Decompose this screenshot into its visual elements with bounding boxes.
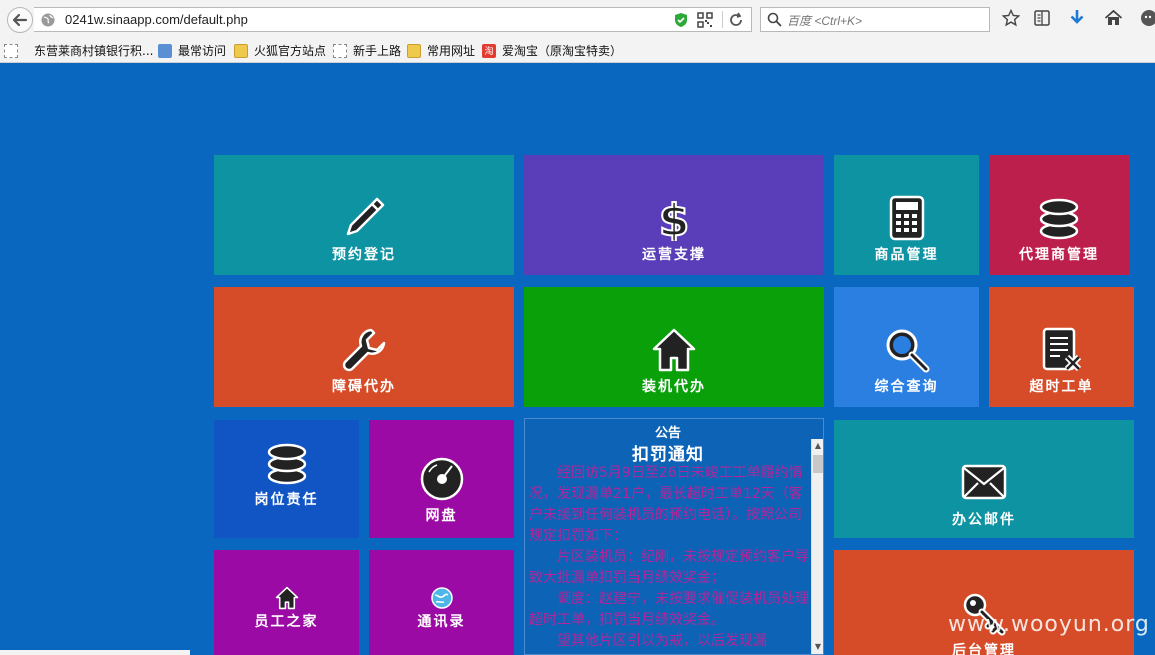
tile-staff[interactable]: 员工之家 bbox=[214, 550, 359, 655]
taobao-icon: 淘 bbox=[482, 43, 496, 58]
tile-agents[interactable]: 代理商管理 bbox=[989, 155, 1129, 275]
scroll-up-arrow-icon[interactable]: ▲ bbox=[812, 439, 823, 453]
search-box[interactable]: 百度 <Ctrl+K> bbox=[760, 7, 990, 32]
browser-toolbar: 0241w.sinaapp.com/default.php 百度 <Ctrl+K… bbox=[0, 0, 1155, 38]
tile-duties[interactable]: 岗位责任 bbox=[214, 420, 359, 538]
notice-board[interactable]: 公告 扣罚通知 经回访5月9日至26日未竣工工单履约情况，发现漏单21户，最长超… bbox=[524, 418, 824, 655]
tile-label: 通讯录 bbox=[417, 614, 466, 630]
chat-icon[interactable] bbox=[1140, 9, 1155, 27]
disc-icon bbox=[420, 457, 463, 501]
bookmark-label: 东营莱商村镇银行积... bbox=[34, 44, 154, 58]
search-page-icon bbox=[158, 43, 172, 58]
document-x-icon bbox=[1042, 327, 1081, 372]
tile-install[interactable]: 装机代办 bbox=[524, 287, 824, 407]
house-icon bbox=[275, 586, 298, 610]
database-icon bbox=[267, 443, 306, 485]
bookmark-item[interactable]: 淘爱淘宝（原淘宝特卖） bbox=[482, 42, 622, 59]
envelope-icon bbox=[961, 464, 1007, 500]
url-text[interactable]: 0241w.sinaapp.com/default.php bbox=[65, 12, 248, 27]
bookmark-label: 火狐官方站点 bbox=[254, 44, 327, 58]
folder-icon bbox=[234, 43, 248, 58]
back-button[interactable] bbox=[7, 7, 33, 33]
house-icon bbox=[652, 328, 696, 372]
tile-label: 装机代办 bbox=[642, 379, 706, 395]
scroll-down-arrow-icon[interactable]: ▼ bbox=[812, 640, 823, 654]
address-bar[interactable]: 0241w.sinaapp.com/default.php bbox=[34, 7, 752, 32]
tile-label: 员工之家 bbox=[254, 614, 319, 630]
tile-label: 岗位责任 bbox=[254, 492, 319, 508]
globe-icon bbox=[41, 13, 55, 27]
tile-netdisk[interactable]: 网盘 bbox=[369, 420, 514, 538]
folder-icon bbox=[407, 43, 421, 58]
notice-body: 经回访5月9日至26日未竣工工单履约情况，发现漏单21户，最长超时工单12天（客… bbox=[529, 463, 809, 652]
watermark-text: www.wooyun.org bbox=[948, 612, 1150, 637]
notice-heading: 公告 bbox=[654, 426, 681, 441]
contacts-globe-icon bbox=[430, 587, 453, 609]
status-strip bbox=[0, 650, 190, 655]
dollar-icon: $ bbox=[658, 195, 691, 241]
tile-contacts[interactable]: 通讯录 bbox=[369, 550, 514, 655]
bookmark-item[interactable]: 常用网址 bbox=[407, 42, 475, 59]
qr-code-icon[interactable] bbox=[697, 12, 713, 28]
reload-icon[interactable] bbox=[728, 12, 744, 28]
notice-paragraph: 调度：赵建宁，未按要求催促装机员处理超时工单，扣罚当月绩效奖金。 bbox=[529, 591, 809, 628]
database-icon bbox=[1039, 198, 1079, 240]
scroll-thumb[interactable] bbox=[813, 455, 823, 473]
search-placeholder: 百度 <Ctrl+K> bbox=[787, 14, 863, 28]
home-icon[interactable] bbox=[1104, 9, 1123, 27]
tile-label: 预约登记 bbox=[332, 247, 396, 263]
tile-label: 后台管理 bbox=[952, 643, 1016, 655]
search-icon bbox=[767, 12, 782, 27]
page-icon bbox=[333, 43, 347, 58]
bookmark-item[interactable]: 东营莱商村镇银行积... bbox=[4, 42, 153, 59]
bookmark-label: 最常访问 bbox=[178, 44, 227, 58]
wrench-icon bbox=[342, 328, 386, 372]
page-icon bbox=[4, 43, 18, 58]
address-separator bbox=[722, 11, 723, 28]
tile-operations[interactable]: $ 运营支撑 bbox=[524, 155, 824, 275]
tile-query[interactable]: 综合查询 bbox=[834, 287, 979, 407]
calculator-icon bbox=[889, 195, 924, 241]
tile-booking[interactable]: 预约登记 bbox=[214, 155, 514, 275]
tile-label: 网盘 bbox=[425, 508, 458, 524]
tile-admin[interactable]: 后台管理 bbox=[834, 550, 1134, 655]
magnifier-icon bbox=[886, 329, 929, 373]
tile-overtime[interactable]: 超时工单 bbox=[989, 287, 1134, 407]
bookmark-item[interactable]: 最常访问 bbox=[158, 42, 226, 59]
tile-label: 运营支撑 bbox=[642, 247, 706, 263]
tile-label: 代理商管理 bbox=[1019, 247, 1099, 263]
tile-label: 商品管理 bbox=[874, 247, 939, 263]
notice-title: 扣罚通知 bbox=[632, 445, 704, 465]
arrow-left-icon bbox=[12, 13, 28, 27]
bookmark-label: 新手上路 bbox=[353, 44, 402, 58]
reading-list-icon[interactable] bbox=[1033, 9, 1051, 27]
tile-label: 综合查询 bbox=[874, 379, 939, 395]
notice-paragraph: 望其他片区引以为戒，以后发现漏 bbox=[557, 633, 767, 649]
bookmark-item[interactable]: 新手上路 bbox=[333, 42, 401, 59]
bookmarks-bar: 东营莱商村镇银行积... 最常访问 火狐官方站点 新手上路 常用网址 淘爱淘宝（… bbox=[0, 38, 1155, 63]
tile-fault[interactable]: 障碍代办 bbox=[214, 287, 514, 407]
bookmark-label: 爱淘宝（原淘宝特卖） bbox=[502, 44, 623, 58]
tile-label: 办公邮件 bbox=[952, 512, 1016, 528]
download-arrow-icon[interactable] bbox=[1068, 9, 1086, 27]
notice-scrollbar[interactable]: ▲ ▼ bbox=[811, 439, 823, 654]
tile-mail[interactable]: 办公邮件 bbox=[834, 420, 1134, 538]
tile-label: 超时工单 bbox=[1029, 379, 1094, 395]
svg-text:$: $ bbox=[659, 195, 690, 241]
bookmark-item[interactable]: 火狐官方站点 bbox=[234, 42, 326, 59]
notice-paragraph: 经回访5月9日至26日未竣工工单履约情况，发现漏单21户，最长超时工单12天（客… bbox=[529, 465, 803, 544]
tile-label: 障碍代办 bbox=[332, 379, 396, 395]
notice-paragraph: 片区装机员：纪刚，未按规定预约客户导致大批漏单扣罚当月绩效奖金； bbox=[529, 549, 809, 586]
pencil-icon bbox=[346, 197, 385, 236]
star-icon[interactable] bbox=[1002, 9, 1020, 27]
shield-check-icon[interactable] bbox=[674, 12, 688, 28]
bookmark-label: 常用网址 bbox=[427, 44, 476, 58]
tile-products[interactable]: 商品管理 bbox=[834, 155, 979, 275]
